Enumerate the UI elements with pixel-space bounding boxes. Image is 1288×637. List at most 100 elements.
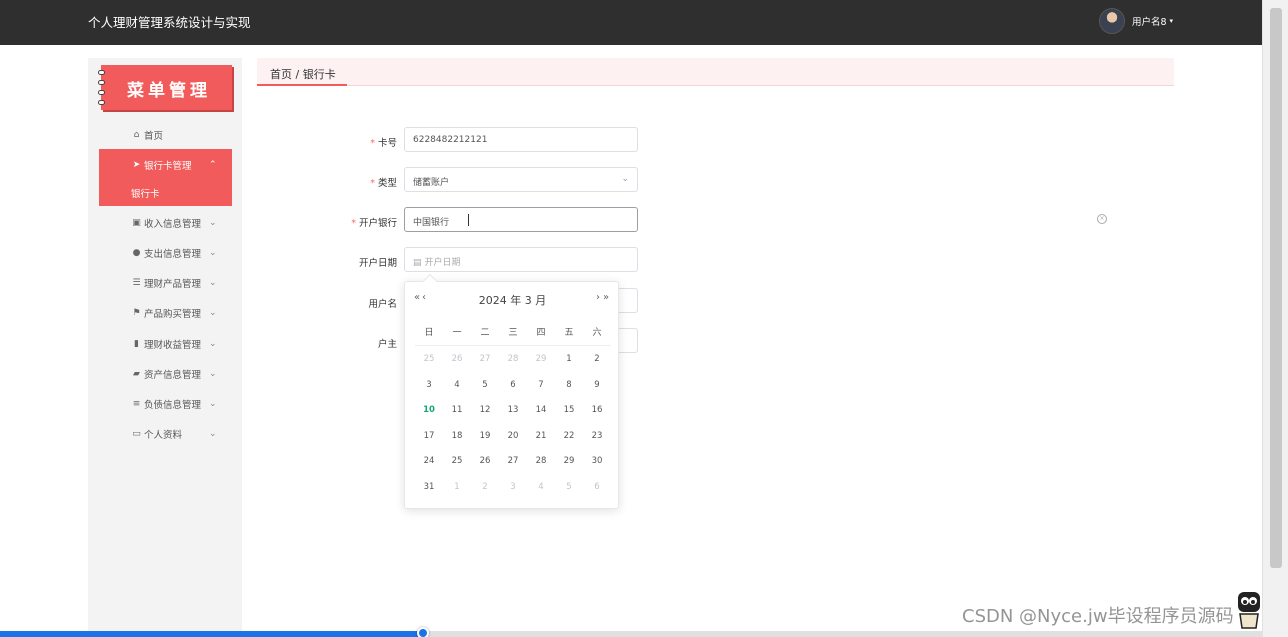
- calendar-day[interactable]: 19: [471, 427, 499, 453]
- calendar-day[interactable]: 15: [555, 401, 583, 427]
- sidebar-item-bank-card-management[interactable]: ➤ 银行卡管理 ⌃: [131, 158, 217, 172]
- caret-down-icon[interactable]: ▾: [1170, 17, 1174, 25]
- weekday-label: 六: [592, 328, 602, 338]
- calendar-day[interactable]: 27: [499, 452, 527, 478]
- sidebar-item-label: 首页: [144, 131, 164, 142]
- card-number-input[interactable]: 6228482212121: [404, 127, 638, 152]
- sidebar-item-income[interactable]: ▣ 收入信息管理 ⌄: [131, 216, 216, 230]
- weekday-label: 五: [564, 328, 574, 338]
- calendar-day[interactable]: 30: [583, 452, 611, 478]
- calendar-day[interactable]: 26: [443, 350, 471, 376]
- calendar-day[interactable]: 6: [583, 478, 611, 504]
- weekday-label: 三: [508, 328, 518, 338]
- sidebar-item-profile[interactable]: ▭ 个人资料 ⌄: [131, 427, 216, 441]
- menu-title: 菜单管理: [127, 81, 211, 101]
- calendar-week-row: 10 11 12 13 14 15 16: [415, 401, 611, 427]
- calendar-day[interactable]: 8: [555, 376, 583, 402]
- calendar-day[interactable]: 25: [443, 452, 471, 478]
- calendar-day[interactable]: 7: [527, 376, 555, 402]
- sidebar-item-products[interactable]: ☰ 理财产品管理 ⌄: [131, 276, 216, 290]
- calendar-day[interactable]: 6: [499, 376, 527, 402]
- type-select-value: 储蓄账户: [413, 178, 450, 188]
- calendar-day[interactable]: 17: [415, 427, 443, 453]
- calendar-week-row: 24 25 26 27 28 29 30: [415, 452, 611, 478]
- next-year-icon[interactable]: »: [603, 292, 609, 303]
- calendar-day[interactable]: 3: [415, 376, 443, 402]
- calendar-day[interactable]: 24: [415, 452, 443, 478]
- username-input[interactable]: [617, 288, 638, 313]
- sidebar-item-expense[interactable]: ● 支出信息管理 ⌄: [131, 246, 217, 260]
- owner-input[interactable]: [617, 328, 638, 353]
- sidebar-active-group: ➤ 银行卡管理 ⌃ 银行卡: [99, 149, 232, 206]
- calendar-day[interactable]: 29: [527, 350, 555, 376]
- calendar-day[interactable]: 23: [583, 427, 611, 453]
- calendar-day[interactable]: 2: [583, 350, 611, 376]
- clear-icon[interactable]: ×: [1097, 214, 1107, 224]
- sidebar-item-home[interactable]: ⌂ 首页: [131, 128, 163, 142]
- calendar-day[interactable]: 22: [555, 427, 583, 453]
- calendar-day[interactable]: 25: [415, 350, 443, 376]
- calendar-day[interactable]: 4: [527, 478, 555, 504]
- sidebar: 菜单管理 ⌂ 首页 ➤ 银行卡管理 ⌃ 银行卡 ▣ 收入信息管理 ⌄ ● 支出信…: [88, 58, 242, 637]
- top-navbar: 个人理财管理系统设计与实现 用户名8 ▾: [0, 0, 1262, 45]
- calendar-day[interactable]: 1: [443, 478, 471, 504]
- calendar-week-row: 17 18 19 20 21 22 23: [415, 427, 611, 453]
- calendar-day[interactable]: 1: [555, 350, 583, 376]
- calendar-days: 25 26 27 28 29 1 2 3 4 5 6 7 8 9 10 11 12 13 14 15 16 17 18 19 2…: [415, 350, 611, 503]
- username-label[interactable]: 用户名8: [1132, 14, 1167, 28]
- sidebar-item-purchases[interactable]: ⚑ 产品购买管理 ⌄: [131, 306, 216, 320]
- user-menu[interactable]: 用户名8 ▾: [1099, 8, 1173, 34]
- breadcrumb[interactable]: 首页 / 银行卡: [270, 66, 336, 82]
- calendar-day[interactable]: 20: [499, 427, 527, 453]
- avatar[interactable]: [1099, 8, 1125, 34]
- calendar-day[interactable]: 18: [443, 427, 471, 453]
- calendar-day-today[interactable]: 10: [415, 401, 443, 427]
- sidebar-item-returns[interactable]: ▮ 理财收益管理 ⌄: [131, 337, 217, 351]
- next-month-icon[interactable]: ›: [596, 292, 600, 303]
- user-icon: ●: [132, 248, 141, 258]
- calendar-day[interactable]: 26: [471, 452, 499, 478]
- calendar-week-row: 31 1 2 3 4 5 6: [415, 478, 611, 504]
- calendar-day[interactable]: 4: [443, 376, 471, 402]
- date-picker-title[interactable]: 2024 年 3 月: [405, 292, 620, 308]
- calendar-day[interactable]: 14: [527, 401, 555, 427]
- weekday-header: 日一二三四五六: [415, 326, 611, 346]
- calendar-day[interactable]: 27: [471, 350, 499, 376]
- sidebar-item-liabilities[interactable]: ≡ 负债信息管理 ⌄: [131, 397, 217, 411]
- sidebar-item-assets[interactable]: ▰ 资产信息管理 ⌄: [131, 367, 217, 381]
- id-card-icon: ▭: [132, 429, 141, 439]
- calendar-day[interactable]: 12: [471, 401, 499, 427]
- weekday-label: 一: [452, 328, 462, 338]
- chevron-down-icon: ⌄: [209, 429, 217, 439]
- chevron-down-icon: ⌄: [209, 308, 217, 318]
- calendar-day[interactable]: 29: [555, 452, 583, 478]
- calendar-day[interactable]: 28: [499, 350, 527, 376]
- type-select[interactable]: 储蓄账户 ⌄: [404, 167, 638, 192]
- chevron-up-icon: ⌃: [209, 160, 217, 170]
- open-date-input[interactable]: ▤ 开户日期: [404, 247, 638, 272]
- bank-input[interactable]: 中国银行: [404, 207, 638, 232]
- calendar-day[interactable]: 11: [443, 401, 471, 427]
- app-title: 个人理财管理系统设计与实现: [88, 15, 251, 30]
- required-mark: *: [370, 178, 375, 189]
- video-progress-handle[interactable]: [416, 627, 429, 637]
- calendar-day[interactable]: 5: [471, 376, 499, 402]
- popup-arrow: [422, 273, 438, 289]
- card-number-label: * 卡号: [370, 138, 397, 149]
- breadcrumb-underline: [257, 84, 347, 86]
- required-mark: *: [370, 138, 375, 149]
- calendar-day[interactable]: 5: [555, 478, 583, 504]
- calendar-day[interactable]: 31: [415, 478, 443, 504]
- calendar-day[interactable]: 9: [583, 376, 611, 402]
- scrollbar-thumb[interactable]: [1270, 8, 1282, 568]
- calendar-day[interactable]: 28: [527, 452, 555, 478]
- chevron-down-icon: ⌄: [621, 174, 629, 184]
- chevron-down-icon: ⌄: [209, 369, 217, 379]
- page-scrollbar[interactable]: [1262, 0, 1288, 637]
- sidebar-item-bank-card[interactable]: 银行卡: [131, 186, 160, 200]
- calendar-day[interactable]: 16: [583, 401, 611, 427]
- calendar-day[interactable]: 13: [499, 401, 527, 427]
- calendar-day[interactable]: 21: [527, 427, 555, 453]
- calendar-day[interactable]: 2: [471, 478, 499, 504]
- calendar-day[interactable]: 3: [499, 478, 527, 504]
